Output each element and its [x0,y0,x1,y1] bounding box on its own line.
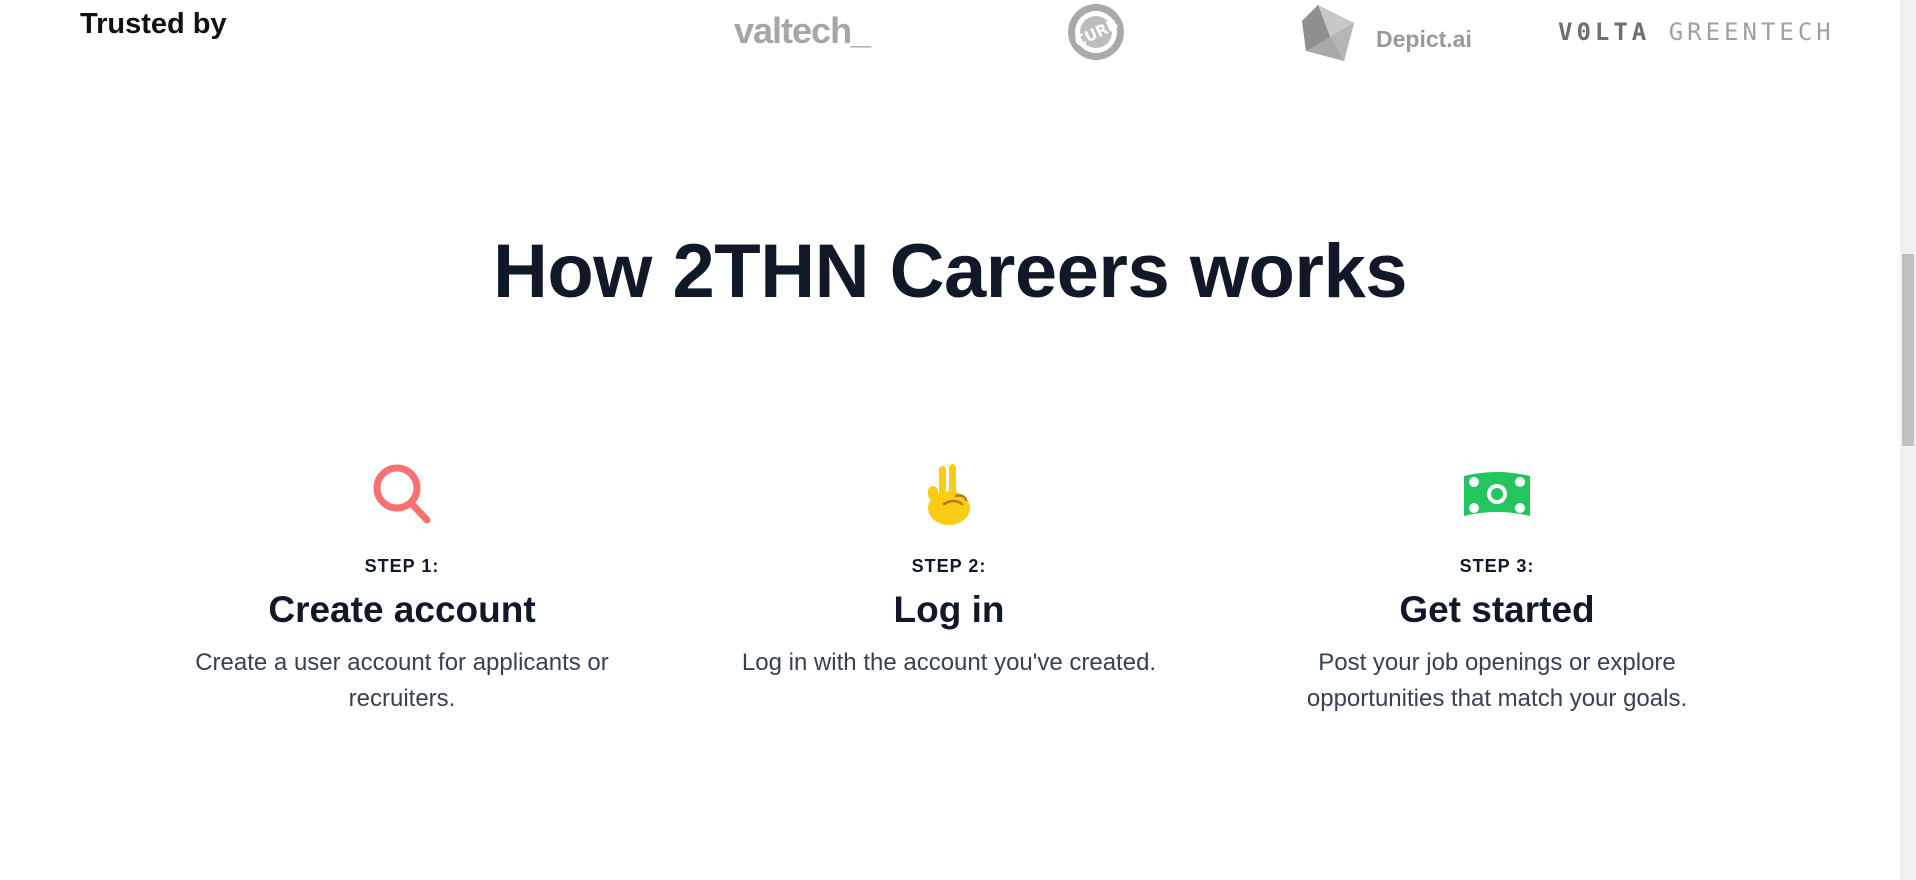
step-number: STEP 3: [1459,556,1535,576]
trusted-by-label: Trusted by [80,8,227,40]
scrollbar-thumb[interactable] [1902,254,1914,446]
page: Trusted by valtech_ CURB Depict.ai V0LTA… [0,0,1916,880]
depict-logo: Depict.ai [1300,2,1472,68]
magnifying-glass-icon [373,464,431,524]
how-it-works-title: How 2THN Careers works [493,229,1408,314]
step-number: STEP 1: [364,556,440,576]
step-card: STEP 1: Create account Create a user acc… [182,460,622,717]
step-description: Post your job openings or explore opport… [1306,649,1688,712]
step-title: Create account [268,589,536,630]
step-number: STEP 2: [911,556,987,576]
step-description: Log in with the account you've created. [741,649,1157,676]
volta-greentech-logo: V0LTA GREENTECH [1558,18,1835,46]
step-title: Log in [893,589,1005,630]
curb-logo-mark: CURB [1068,4,1124,60]
curb-logo: CURB [1066,2,1126,62]
step-description: Create a user account for applicants or … [195,649,609,712]
step-title: Get started [1399,589,1595,630]
greentech-logo-text: GREENTECH [1668,18,1835,46]
step-card: STEP 3: Get started Post your job openin… [1277,460,1717,717]
victory-hand-icon [928,464,970,525]
step-card: STEP 2: Log in Log in with the account y… [729,460,1169,681]
volta-logo-text: V0LTA [1558,18,1651,46]
page-scrollbar[interactable] [1900,0,1916,880]
steps-list: STEP 1: Create account Create a user acc… [0,460,1900,760]
valtech-logo: valtech_ [734,10,871,52]
depict-logo-text: Depict.ai [1376,25,1472,52]
valtech-logo-text: valtech_ [734,10,871,51]
depict-logo-mark [1302,5,1354,61]
banknote-icon [1464,472,1530,516]
